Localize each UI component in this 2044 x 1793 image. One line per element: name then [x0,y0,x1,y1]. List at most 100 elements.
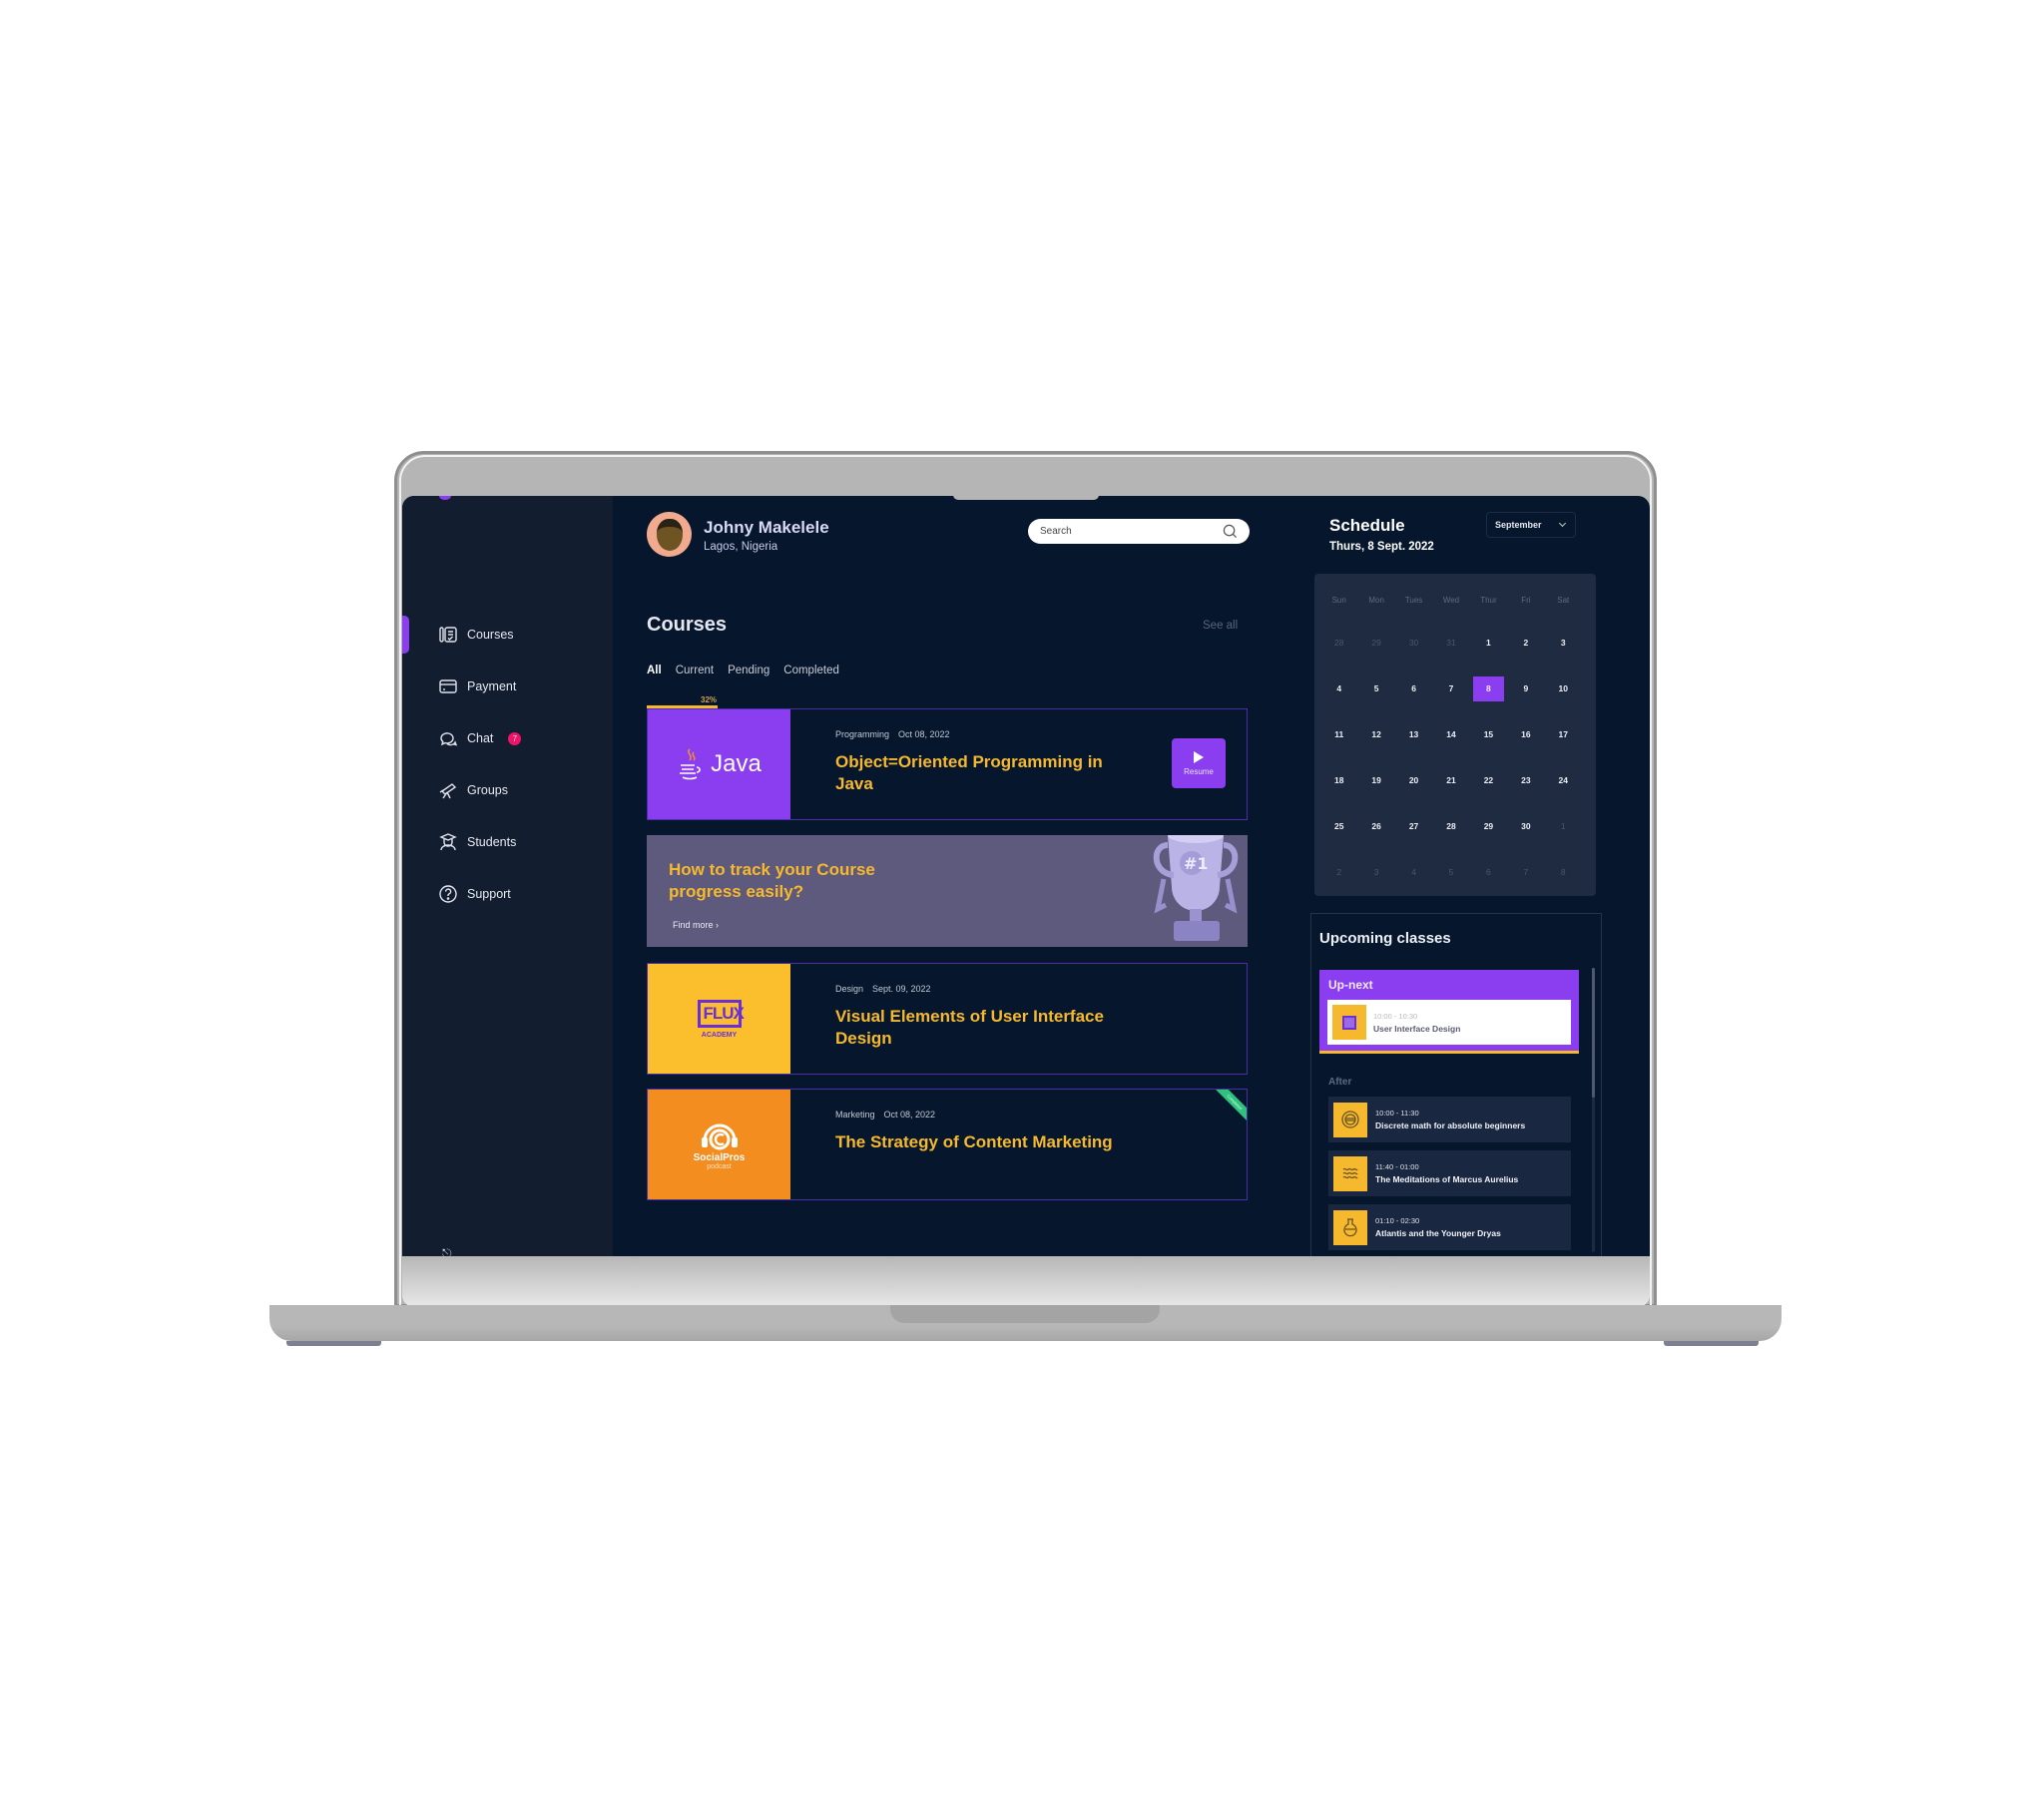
calendar-day[interactable]: 1 [1470,620,1507,666]
calendar-day[interactable]: 21 [1432,757,1469,803]
tab-all[interactable]: All [647,665,662,676]
calendar-day[interactable]: 13 [1395,711,1432,757]
calendar-day[interactable]: 2 [1320,849,1357,895]
telescope-icon [439,783,457,799]
calendar-day[interactable]: 7 [1432,666,1469,711]
calendar-day-number: 30 [1408,638,1419,648]
course-title[interactable]: Object=Oriented Programming in Java [835,751,1135,795]
calendar-day[interactable]: 3 [1357,849,1394,895]
completed-ribbon: Completed [1212,1090,1247,1125]
resume-button[interactable]: Resume [1172,738,1226,788]
course-thumbnail: FLUX ACADEMY [648,964,790,1074]
course-card[interactable]: Java Programming Oct 08, 2022 Object=Ori… [647,708,1248,820]
course-title[interactable]: The Strategy of Content Marketing [835,1131,1135,1153]
find-more-link[interactable]: Find more › [673,920,719,930]
java-logo: Java [677,747,762,781]
calendar-day[interactable]: 6 [1395,666,1432,711]
calendar-day[interactable]: 5 [1432,849,1469,895]
calendar-day-number: 3 [1560,638,1566,648]
calendar-day[interactable]: 10 [1545,666,1582,711]
course-title[interactable]: Visual Elements of User Interface Design [835,1006,1135,1050]
calendar-day[interactable]: 30 [1507,803,1544,849]
calendar-day-number: 1 [1486,638,1491,648]
calendar-day[interactable]: 25 [1320,803,1357,849]
calendar-day[interactable]: 30 [1395,620,1432,666]
calendar-day-number: 8 [1472,675,1504,701]
calendar-day[interactable]: 24 [1545,757,1582,803]
calendar-day[interactable]: 29 [1470,803,1507,849]
up-next-section: Up-next 10:00 - 10:30 User Interface Des… [1319,970,1579,1054]
upcoming-scrollbar[interactable] [1592,968,1595,1252]
calendar-day[interactable]: 3 [1545,620,1582,666]
flux-logo: FLUX [697,999,745,1028]
calendar-day[interactable]: 12 [1357,711,1394,757]
calendar-spacer [1320,612,1582,620]
sidebar: Courses Payment Chat 7 Groups Students S… [402,496,613,1256]
calendar-day[interactable]: 6 [1470,849,1507,895]
calendar-day[interactable]: 4 [1395,849,1432,895]
calendar-day[interactable]: 28 [1320,620,1357,666]
sidebar-item-courses[interactable]: Courses [438,622,514,648]
flux-subtext: ACADEMY [701,1031,738,1039]
calendar-day[interactable]: 22 [1470,757,1507,803]
calendar-day[interactable]: 29 [1357,620,1394,666]
calendar-day[interactable]: 27 [1395,803,1432,849]
calendar-day[interactable]: 11 [1320,711,1357,757]
card-icon [439,679,457,693]
calendar-day[interactable]: 17 [1545,711,1582,757]
calendar-day-selected[interactable]: 8 [1470,666,1507,711]
class-name: Atlantis and the Younger Dryas [1375,1228,1501,1238]
calendar-day[interactable]: 31 [1432,620,1469,666]
calendar-day-number: 5 [1448,867,1454,877]
sidebar-item-students[interactable]: Students [438,829,516,855]
course-card[interactable]: FLUX ACADEMY Design Sept. 09, 2022 Visua… [647,963,1248,1075]
calendar-day[interactable]: 2 [1507,620,1544,666]
course-card[interactable]: SocialPros podcast Marketing Oct 08, 202… [647,1089,1248,1200]
calendar-day[interactable]: 19 [1357,757,1394,803]
calendar-day[interactable]: 28 [1432,803,1469,849]
sidebar-item-groups[interactable]: Groups [438,777,508,803]
calendar-day[interactable]: 9 [1507,666,1544,711]
calendar-day[interactable]: 26 [1357,803,1394,849]
avatar[interactable] [647,512,692,557]
trophy-icon: #1 [1153,835,1239,941]
tab-current[interactable]: Current [676,665,714,676]
tab-completed[interactable]: Completed [783,665,839,676]
class-name: Discrete math for absolute beginners [1375,1121,1526,1130]
upcoming-heading: Upcoming classes [1319,930,1451,947]
up-next-label: Up-next [1328,978,1373,992]
coffee-cup-icon [680,748,701,780]
sidebar-item-support[interactable]: Support [438,881,511,907]
scrollbar-thumb[interactable] [1592,968,1595,1098]
calendar-day[interactable]: 8 [1545,849,1582,895]
search-box[interactable] [1028,519,1250,544]
weekday-header: Mon [1368,595,1384,605]
month-dropdown[interactable]: September [1486,512,1576,538]
up-next-class[interactable]: 10:00 - 10:30 User Interface Design [1327,1000,1571,1045]
calendar-day-number: 14 [1446,729,1456,739]
calendar-day[interactable]: 5 [1357,666,1394,711]
see-all-link[interactable]: See all [1203,620,1238,632]
calendar-day[interactable]: 18 [1320,757,1357,803]
calendar-day[interactable]: 16 [1507,711,1544,757]
class-item[interactable]: 10:00 - 11:30 Discrete math for absolute… [1328,1097,1571,1142]
search-icon[interactable] [1223,524,1238,539]
logout-icon[interactable]: ⎋ [442,1246,452,1256]
sidebar-item-chat[interactable]: Chat 7 [438,725,522,751]
calendar-day[interactable]: 7 [1507,849,1544,895]
weekday-header: Fri [1521,595,1531,605]
calendar-day[interactable]: 20 [1395,757,1432,803]
sidebar-item-payment[interactable]: Payment [438,673,516,699]
search-input[interactable] [1040,526,1223,537]
class-name: The Meditations of Marcus Aurelius [1375,1174,1519,1184]
class-item[interactable]: 01:10 - 02:30 Atlantis and the Younger D… [1328,1204,1571,1250]
calendar-day[interactable]: 14 [1432,711,1469,757]
laptop-foot-right [1664,1341,1759,1346]
tab-pending[interactable]: Pending [728,665,769,676]
calendar-day[interactable]: 4 [1320,666,1357,711]
calendar-day[interactable]: 15 [1470,711,1507,757]
calendar-day-number: 18 [1333,775,1344,785]
class-item[interactable]: 11:40 - 01:00 The Meditations of Marcus … [1328,1150,1571,1196]
calendar-day[interactable]: 23 [1507,757,1544,803]
calendar-day[interactable]: 1 [1545,803,1582,849]
